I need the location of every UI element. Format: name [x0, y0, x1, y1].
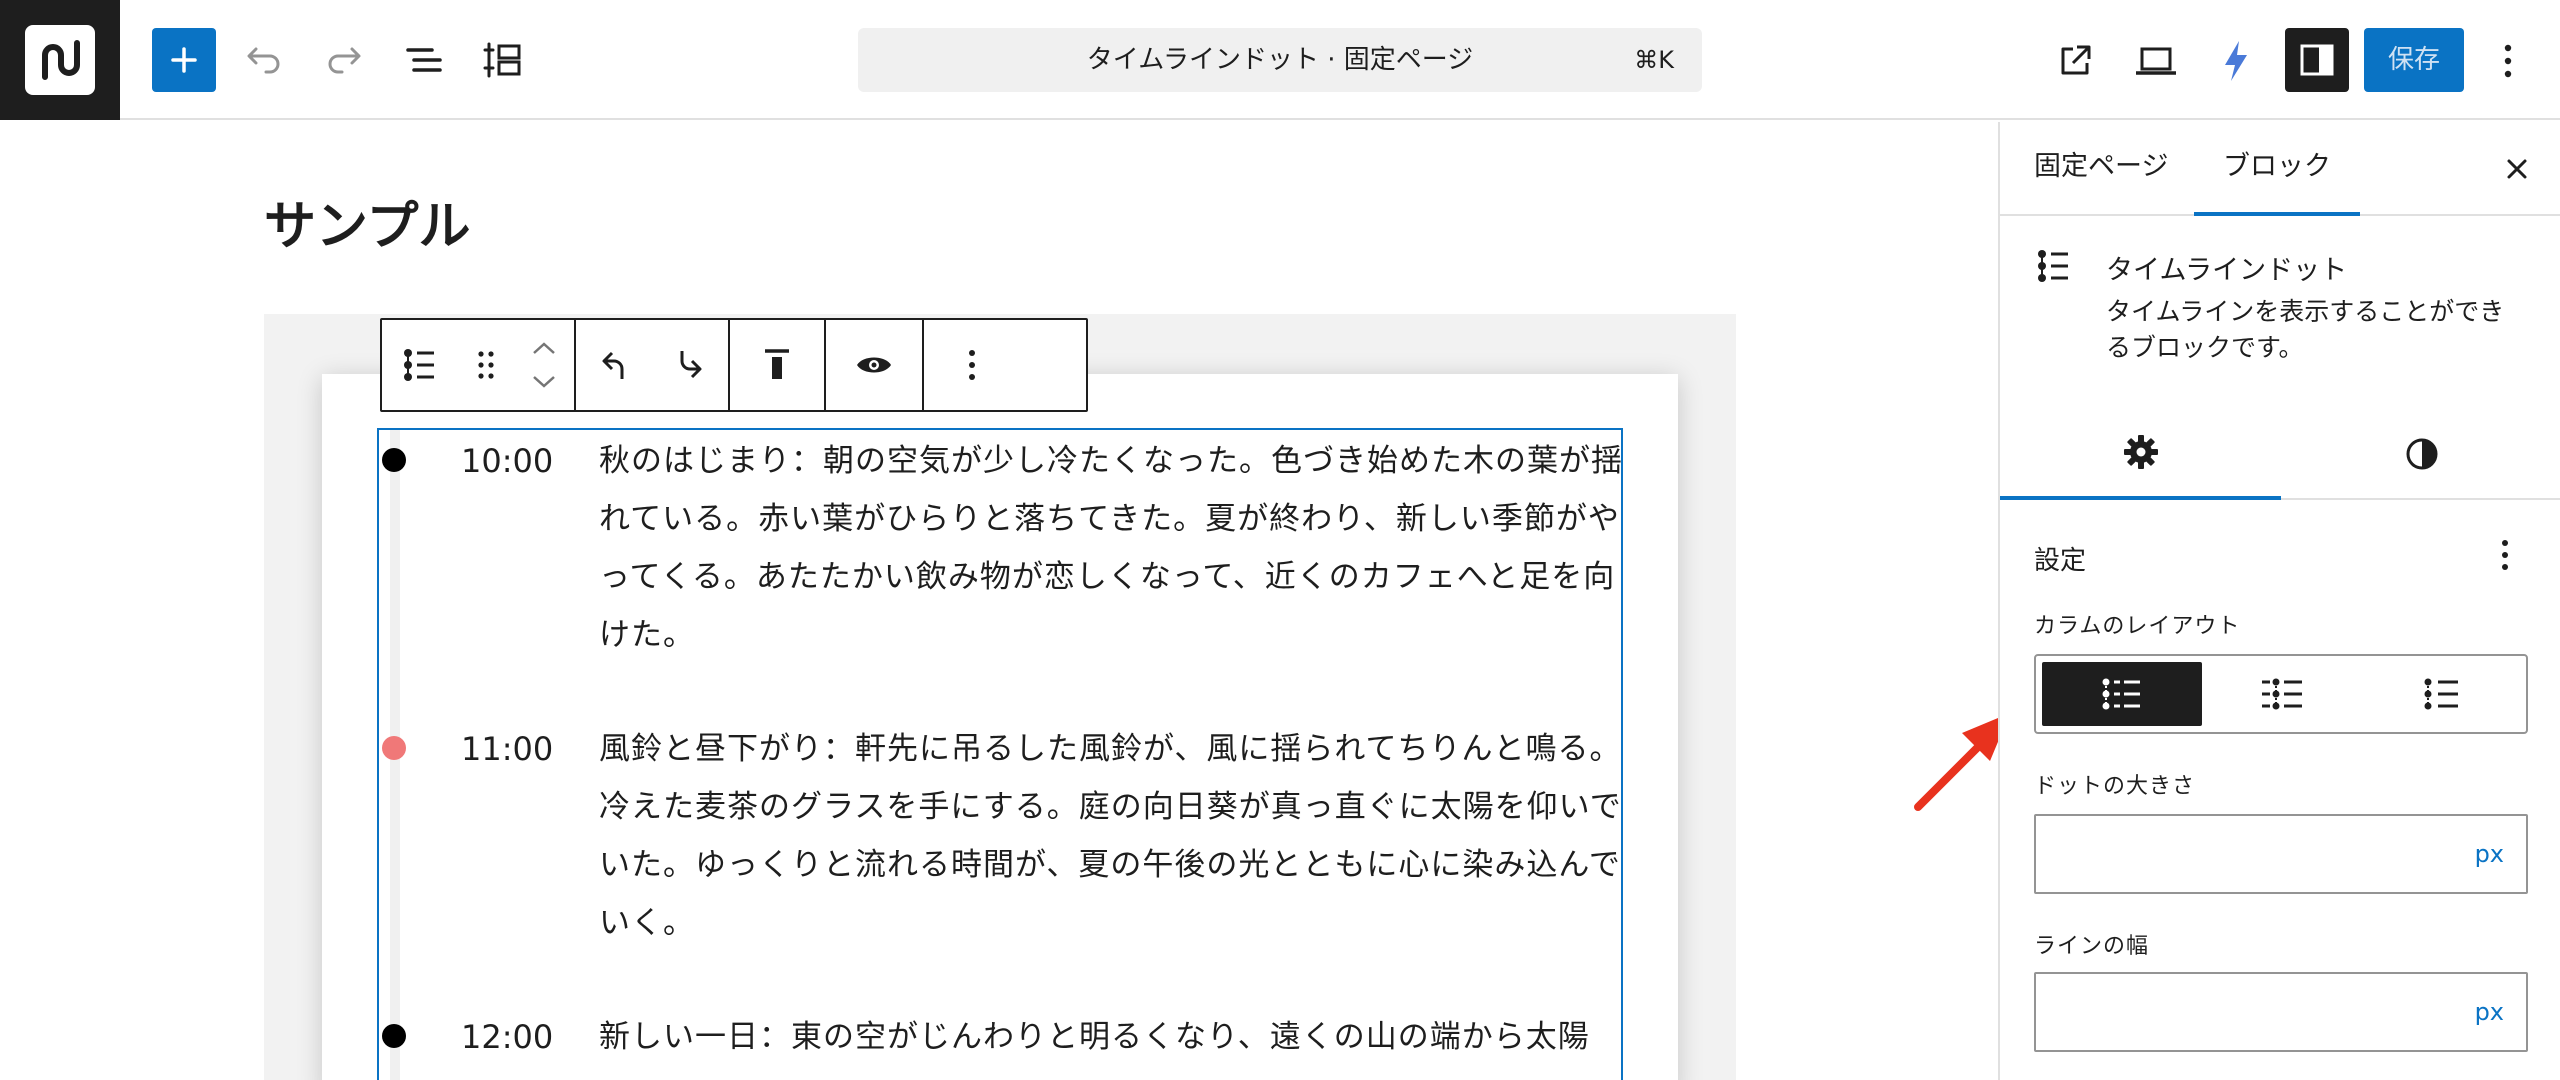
timeline-text[interactable]: 風鈴と昼下がり：軒先に吊るした風鈴が、風に揺られてちりんと鳴る。冷えた麦茶のグラ… — [599, 720, 1621, 952]
site-logo-icon — [25, 25, 95, 95]
line-down-button[interactable] — [652, 320, 728, 410]
block-description: タイムラインを表示することができるブロックです。 — [2106, 297, 2505, 362]
timeline-dot-icon — [404, 349, 434, 381]
block-card: タイムラインドット タイムラインを表示することができるブロックです。 — [2000, 218, 2560, 378]
site-logo-button[interactable] — [0, 0, 120, 120]
line-width-unit-select[interactable]: px — [2475, 974, 2504, 1050]
arrow-turn-up-icon — [602, 351, 624, 379]
timeline-text[interactable]: 新しい一日：東の空がじんわりと明るくなり、遠くの山の端から太陽 — [599, 1008, 1621, 1066]
chevron-down-icon — [533, 376, 555, 388]
undo-icon — [247, 47, 280, 74]
save-button[interactable]: 保存 — [2364, 28, 2464, 92]
gear-icon — [2123, 435, 2158, 469]
column-layout-label: カラムのレイアウト — [2034, 614, 2241, 639]
block-type-button[interactable] — [382, 320, 458, 410]
vertical-align-button[interactable] — [730, 320, 824, 410]
block-toolbar-group-2 — [576, 320, 730, 410]
options-menu-button[interactable] — [2488, 36, 2528, 86]
contrast-icon — [2406, 438, 2437, 470]
settings-options-button[interactable] — [2500, 538, 2510, 576]
dot-size-unit-select[interactable]: px — [2475, 816, 2504, 892]
layout-option-1[interactable] — [2042, 662, 2202, 726]
settings-panel-title: 設定 — [2034, 546, 2087, 576]
timeline-dot — [382, 448, 406, 472]
list-view-icon — [406, 48, 442, 72]
redo-button[interactable] — [320, 36, 368, 84]
layout-option-2[interactable] — [2202, 662, 2362, 726]
add-block-button[interactable] — [152, 28, 216, 92]
plus-icon — [171, 47, 197, 73]
layout-left-icon — [2102, 678, 2140, 710]
timeline-dot — [382, 736, 406, 760]
lightning-icon — [2225, 41, 2247, 81]
block-toolbar-group-3 — [730, 320, 826, 410]
line-width-label: ラインの幅 — [2034, 934, 2150, 959]
timeline-time: 11:00 — [461, 730, 554, 768]
layout-option-3[interactable] — [2362, 662, 2522, 726]
timeline-dot-icon — [2038, 250, 2068, 282]
layout-center-icon — [2262, 678, 2302, 710]
laptop-icon — [2136, 47, 2176, 75]
line-width-input[interactable]: px — [2034, 972, 2528, 1052]
visibility-button[interactable] — [826, 320, 922, 410]
block-layout-icon — [483, 42, 521, 78]
line-up-button[interactable] — [576, 320, 652, 410]
performance-button[interactable] — [2210, 34, 2262, 88]
timeline-text[interactable]: 秋のはじまり：朝の空気が少し冷たくなった。色づき始めた木の葉が揺れている。赤い葉… — [599, 432, 1621, 664]
command-palette-button[interactable]: タイムラインドット · 固定ページ ⌘K — [858, 28, 1702, 92]
undo-button[interactable] — [240, 36, 288, 84]
tab-settings[interactable] — [2000, 408, 2281, 500]
sidebar-icon — [2300, 44, 2334, 76]
move-up-down-button[interactable] — [514, 320, 574, 410]
align-top-icon — [765, 349, 789, 379]
dot-size-input[interactable]: px — [2034, 814, 2528, 894]
editor-canvas: サンプル 10:00 秋のはじまり：朝の空気が少し冷たくなった。色づき始めた木の… — [0, 122, 1998, 1080]
sidebar-tabs: 固定ページ ブロック — [2000, 122, 2560, 216]
more-vertical-icon — [2502, 540, 2508, 570]
eye-icon — [857, 357, 891, 373]
drag-handle[interactable] — [458, 320, 514, 410]
timeline-time: 10:00 — [461, 442, 554, 480]
close-icon — [2507, 159, 2527, 179]
settings-sidebar: 固定ページ ブロック タイムラインドット タイムラインを表示することができるブロ… — [1998, 122, 2560, 1080]
redo-icon — [328, 47, 361, 74]
block-toolbar-group-1 — [382, 320, 576, 410]
command-title: タイムラインドット · 固定ページ — [1086, 45, 1474, 75]
block-settings-toggle[interactable] — [480, 34, 528, 86]
tab-styles[interactable] — [2281, 408, 2560, 500]
column-layout-control — [2034, 654, 2528, 734]
page-title[interactable]: サンプル — [264, 184, 470, 259]
dot-size-label: ドットの大きさ — [2034, 774, 2196, 799]
tab-block[interactable]: ブロック — [2194, 122, 2360, 216]
block-toolbar-group-5 — [924, 320, 1020, 410]
drag-handle-icon — [478, 351, 494, 379]
editor-top-bar: タイムラインドット · 固定ページ ⌘K 保存 — [0, 0, 2560, 120]
block-options-button[interactable] — [924, 320, 1020, 410]
view-page-button[interactable] — [2050, 36, 2100, 86]
timeline-time: 12:00 — [461, 1018, 554, 1056]
settings-panel-button[interactable] — [2285, 28, 2349, 92]
block-toolbar-group-4 — [826, 320, 924, 410]
inspector-tabs — [2000, 408, 2560, 500]
preview-device-button[interactable] — [2130, 36, 2182, 86]
timeline-dot — [382, 1024, 406, 1048]
close-sidebar-button[interactable] — [2500, 152, 2534, 186]
external-link-icon — [2061, 45, 2091, 75]
more-vertical-icon — [2504, 44, 2512, 78]
arrow-turn-down-icon — [680, 351, 702, 379]
document-overview-button[interactable] — [400, 36, 448, 84]
more-vertical-icon — [969, 350, 975, 380]
block-name: タイムラインドット — [2106, 255, 2348, 286]
tab-page[interactable]: 固定ページ — [2034, 122, 2168, 216]
layout-simple-icon — [2424, 678, 2458, 710]
timeline-dot-block[interactable]: 10:00 秋のはじまり：朝の空気が少し冷たくなった。色づき始めた木の葉が揺れて… — [377, 428, 1623, 1080]
block-toolbar — [380, 318, 1088, 412]
chevron-up-icon — [533, 342, 555, 354]
command-shortcut: ⌘K — [1634, 46, 1674, 74]
